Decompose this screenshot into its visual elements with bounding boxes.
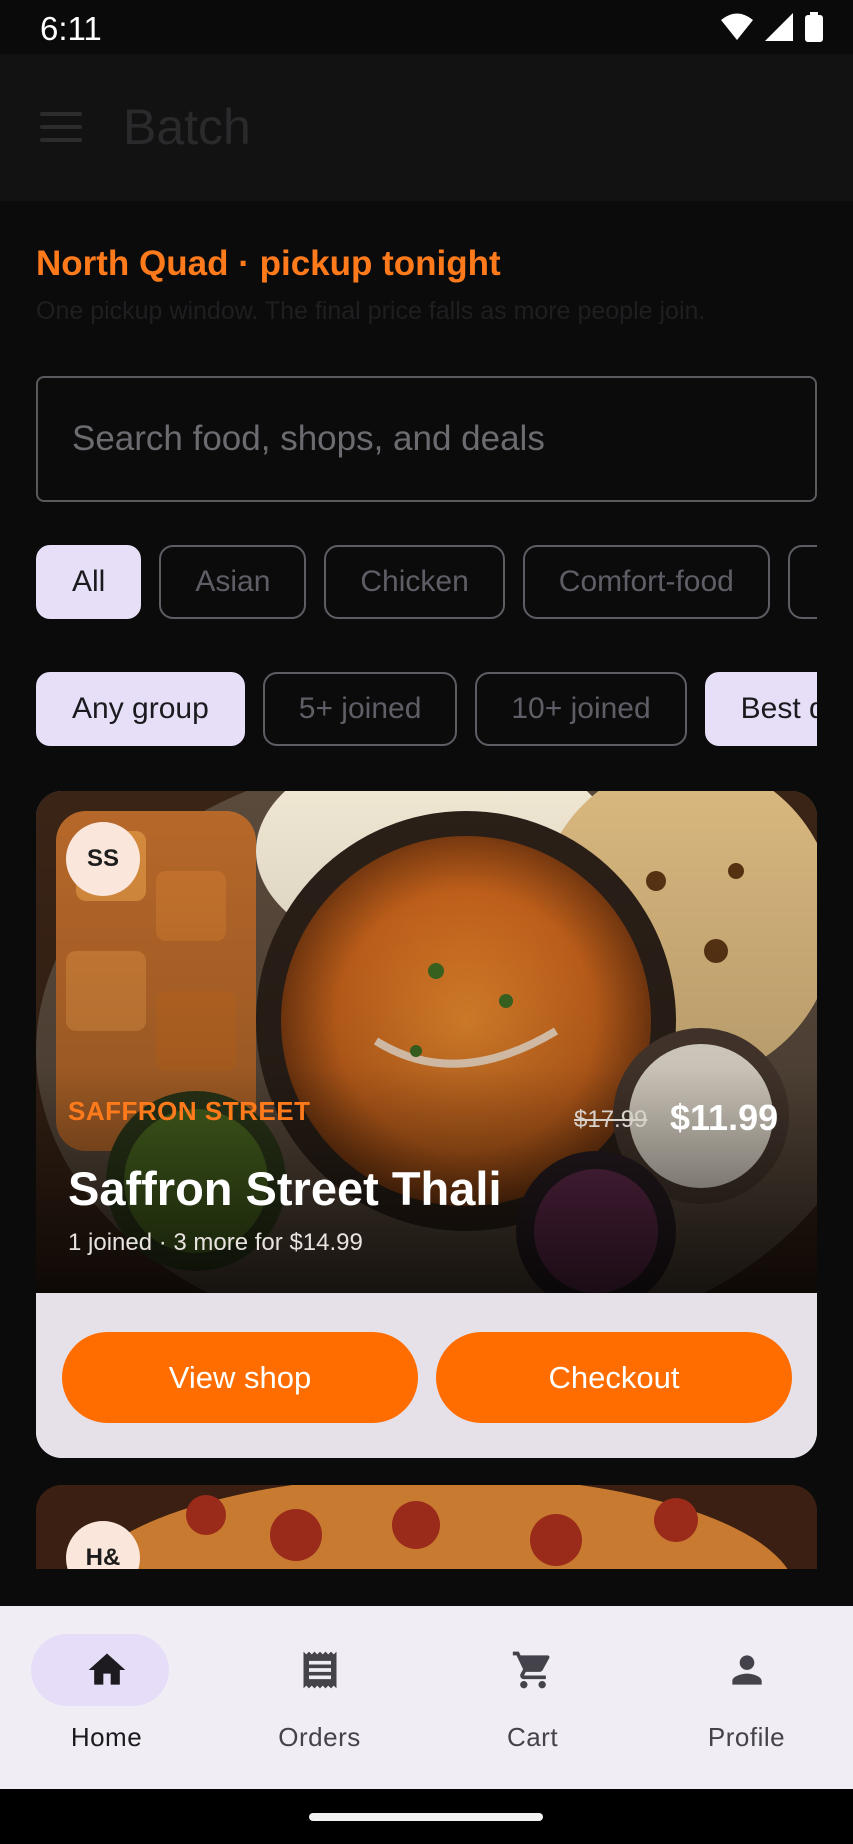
status-icons	[721, 12, 823, 42]
home-gesture-handle[interactable]	[309, 1813, 543, 1821]
home-icon	[88, 1653, 125, 1685]
chip-5-joined[interactable]: 5+ joined	[262, 672, 458, 746]
nav-home-label: Home	[70, 1722, 143, 1752]
deal-current-price: $11.99	[670, 1097, 779, 1138]
deal-card[interactable]: H&	[36, 1485, 817, 1569]
chip-all[interactable]: All	[36, 545, 142, 619]
nav-orders[interactable]: Orders	[213, 1606, 426, 1789]
person-icon	[731, 1655, 762, 1685]
checkout-button[interactable]: Checkout	[436, 1332, 792, 1423]
shop-avatar: SS	[66, 822, 140, 896]
wifi-icon	[721, 13, 753, 40]
deal-actions: View shop Checkout	[36, 1293, 817, 1458]
group-filter-row: Any group 5+ joined 10+ joined Best deal…	[36, 672, 817, 746]
deal-title: Saffron Street Thali	[68, 1162, 502, 1215]
location-title: North Quad · pickup tonight	[36, 244, 501, 283]
category-filter-row: All Asian Chicken Comfort-food	[36, 545, 817, 619]
location-subtitle: One pickup window. The final price falls…	[36, 297, 706, 325]
signal-icon	[765, 13, 793, 41]
chip-best-deals[interactable]: Best deals	[704, 672, 817, 746]
search-placeholder: Search food, shops, and deals	[72, 419, 545, 458]
app-bar: Batch	[0, 54, 853, 201]
chip-comfort-food[interactable]: Comfort-food	[522, 545, 770, 619]
nav-home[interactable]: Home	[0, 1606, 213, 1789]
search-input[interactable]: Search food, shops, and deals	[36, 376, 817, 502]
chip-any-group[interactable]: Any group	[36, 672, 245, 746]
chip-asian[interactable]: Asian	[159, 545, 307, 619]
nav-cart-label: Cart	[506, 1722, 559, 1752]
nav-profile[interactable]: Profile	[640, 1606, 853, 1789]
deal-shop-name: SAFFRON STREET	[68, 1096, 311, 1126]
nav-cart[interactable]: Cart	[426, 1606, 639, 1789]
gesture-area	[0, 1789, 853, 1844]
deal-photo: SS SAFFRON STREET $17.99 $11.99 Saffron …	[36, 791, 817, 1293]
status-bar: 6:11	[0, 0, 853, 54]
chip-10-joined[interactable]: 10+ joined	[475, 672, 687, 746]
deal-card[interactable]: SS SAFFRON STREET $17.99 $11.99 Saffron …	[36, 791, 817, 1458]
nav-orders-label: Orders	[278, 1722, 361, 1752]
receipt-icon	[303, 1651, 336, 1689]
deal-join-status: 1 joined · 3 more for $14.99	[68, 1229, 363, 1256]
view-shop-button[interactable]: View shop	[62, 1332, 418, 1423]
chip-more[interactable]	[787, 545, 817, 619]
deal-original-price: $17.99	[574, 1106, 648, 1133]
cart-icon	[512, 1651, 550, 1689]
battery-icon	[805, 12, 823, 42]
bottom-navigation: Home Orders Cart Profile	[0, 1606, 853, 1789]
chip-chicken[interactable]: Chicken	[324, 545, 505, 619]
app-title: Batch	[123, 99, 251, 155]
menu-icon[interactable]	[40, 112, 82, 142]
status-time: 6:11	[40, 10, 102, 47]
deal-photo	[36, 1485, 817, 1569]
nav-profile-label: Profile	[707, 1722, 786, 1752]
